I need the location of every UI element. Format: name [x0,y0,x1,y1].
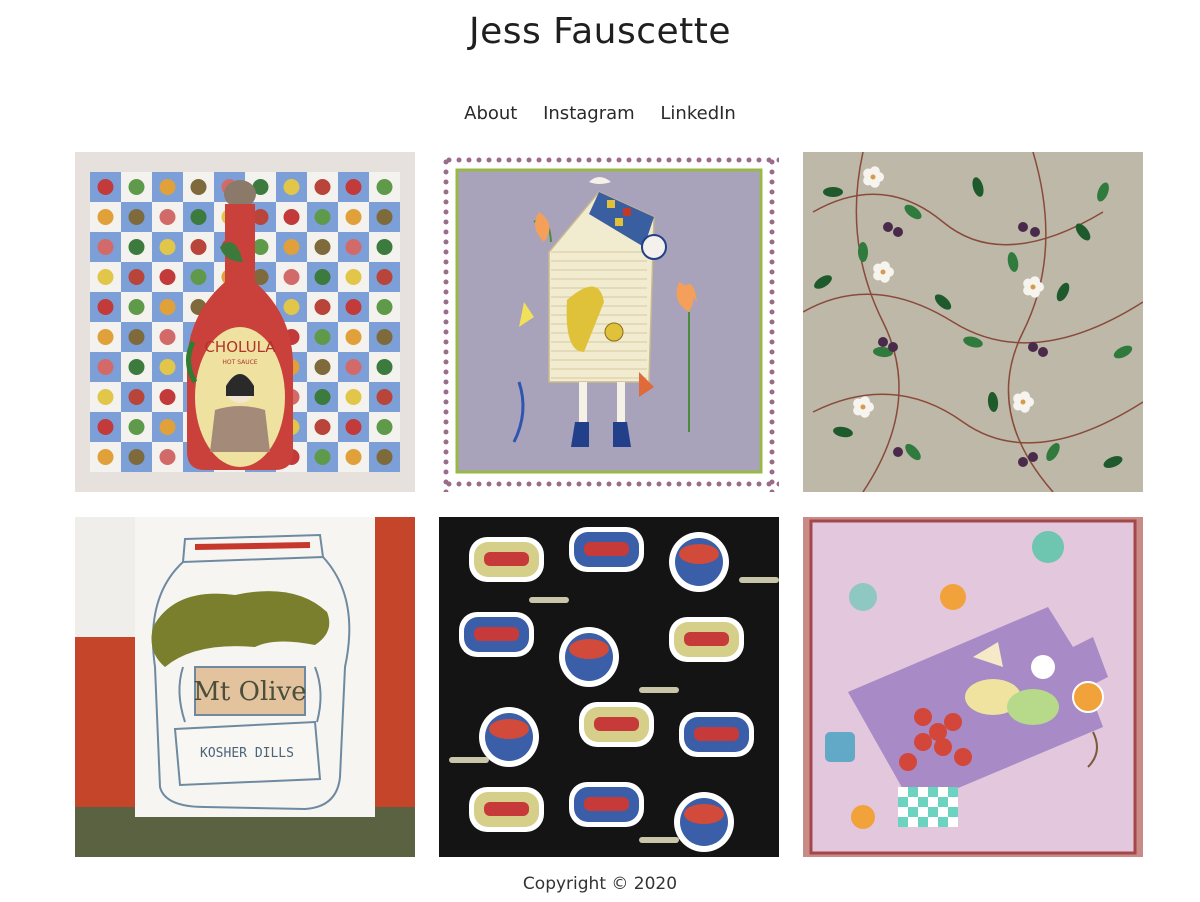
gallery-tile-blackberry[interactable] [803,152,1143,492]
mt-olive-artwork: Mt Olive KOSHER DILLS [75,517,415,857]
blackberry-artwork [803,152,1143,492]
site-title[interactable]: Jess Fauscette [0,6,1200,58]
birdhouse-artwork [439,152,779,492]
page: Jess Fauscette About Instagram LinkedIn … [0,0,1200,902]
cholula-label-text: CHOLULA [204,338,276,356]
gallery-tile-sardines[interactable] [439,517,779,857]
main-nav: About Instagram LinkedIn [0,100,1200,128]
cholula-sub-text: HOT SAUCE [222,359,257,366]
mt-olive-label-text: Mt Olive [193,677,306,707]
footer-copyright: Copyright © 2020 [522,874,678,894]
nav-link-instagram[interactable]: Instagram [543,103,635,124]
gallery-tile-birdhouse[interactable] [439,152,779,492]
nav-link-linkedin[interactable]: LinkedIn [660,103,735,124]
cholula-artwork: CHOLULA HOT SAUCE [75,152,415,492]
sardines-artwork [439,517,779,857]
gallery-tile-mt-olive[interactable]: Mt Olive KOSHER DILLS [75,517,415,857]
portfolio-grid: CHOLULA HOT SAUCE Mt Olive KOSHER DILLS [75,152,1143,857]
gallery-tile-cholula[interactable]: CHOLULA HOT SAUCE [75,152,415,492]
nav-link-about[interactable]: About [464,103,517,124]
picnic-artwork [803,517,1143,857]
gallery-tile-picnic[interactable] [803,517,1143,857]
mt-olive-sub-text: KOSHER DILLS [200,746,294,761]
